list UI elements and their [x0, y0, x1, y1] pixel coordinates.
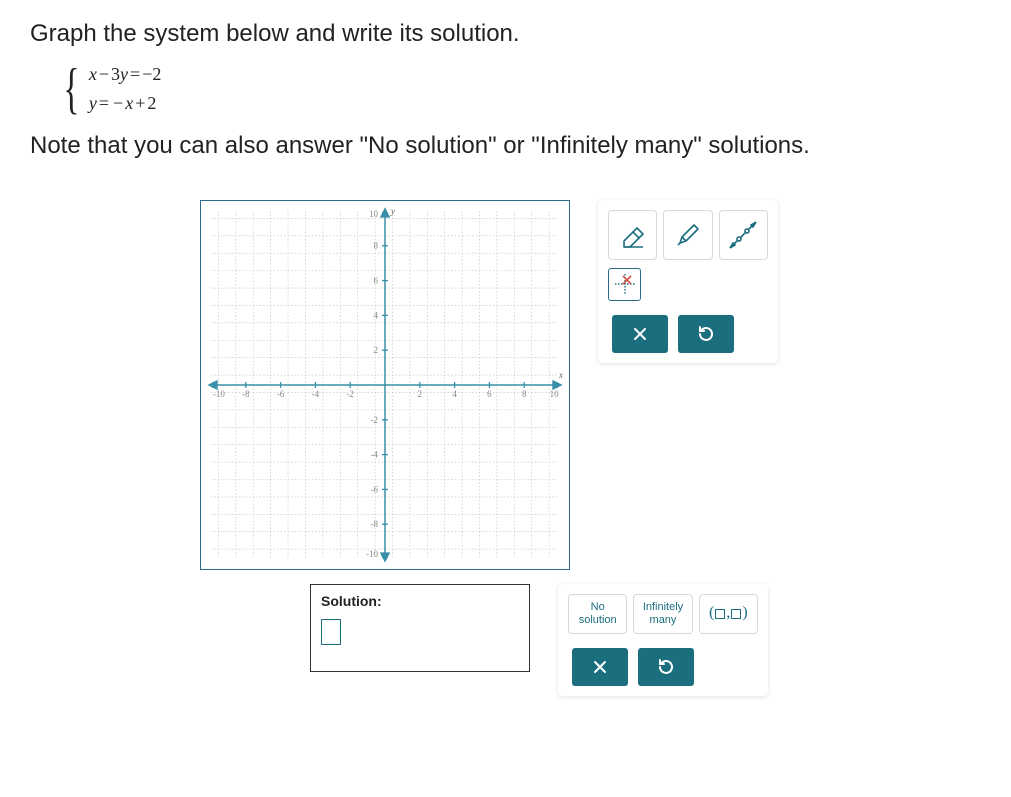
solution-input[interactable]: [321, 619, 341, 645]
reset-icon: [697, 325, 715, 343]
pencil-tool[interactable]: [663, 210, 712, 260]
solution-box: Solution:: [310, 584, 530, 672]
no-solution-option[interactable]: Nosolution: [568, 594, 627, 634]
y-tick-n6: -6: [371, 484, 379, 494]
answer-options-row: Nosolution Infinitelymany (,): [568, 594, 758, 634]
tool-row-top: [608, 210, 768, 260]
system-of-equations: { x−3y=−2 y=−x+2: [58, 60, 981, 118]
line-icon: [728, 220, 758, 250]
x-tick-10: 10: [550, 389, 559, 399]
remove-point-icon: [613, 272, 637, 296]
answer-clear-button[interactable]: [572, 648, 628, 686]
line-tool[interactable]: [719, 210, 768, 260]
question-note: Note that you can also answer "No soluti…: [30, 132, 981, 160]
x-tick-6: 6: [487, 389, 492, 399]
tool-action-row: [608, 315, 768, 353]
remove-point-tool[interactable]: [608, 268, 641, 301]
y-tick-8: 8: [374, 240, 379, 250]
y-tick-n10: -10: [366, 549, 378, 559]
question-prompt: Graph the system below and write its sol…: [30, 20, 981, 48]
x-tick-n4: -4: [312, 389, 320, 399]
y-tick-2: 2: [374, 345, 378, 355]
drawing-tool-panel: [598, 200, 778, 363]
reset-button[interactable]: [678, 315, 734, 353]
solution-label: Solution:: [321, 593, 519, 609]
x-tick-n8: -8: [242, 389, 250, 399]
y-tick-n2: -2: [371, 414, 378, 424]
left-brace: {: [63, 64, 79, 114]
answer-options-panel: Nosolution Infinitelymany (,): [558, 584, 768, 696]
y-tick-6: 6: [374, 275, 379, 285]
graph-canvas[interactable]: 2 4 6 8 10 -2 -4 -6 -8 -10 2 4 6 8 10 -2…: [200, 200, 570, 570]
x-tick-n6: -6: [277, 389, 285, 399]
y-tick-n8: -8: [371, 519, 379, 529]
answer-action-row: [568, 648, 758, 686]
y-axis-label: y: [390, 206, 395, 216]
infinitely-many-option[interactable]: Infinitelymany: [633, 594, 692, 634]
placeholder-box-icon: [731, 609, 741, 619]
eraser-tool[interactable]: [608, 210, 657, 260]
placeholder-box-icon: [715, 609, 725, 619]
y-tick-n4: -4: [371, 449, 379, 459]
ordered-pair-option[interactable]: (,): [699, 594, 758, 634]
x-tick-2: 2: [418, 389, 422, 399]
x-tick-n10: -10: [213, 389, 225, 399]
eraser-icon: [619, 221, 647, 249]
y-tick-4: 4: [374, 310, 379, 320]
clear-icon: [592, 659, 608, 675]
x-tick-4: 4: [452, 389, 457, 399]
x-axis-label: x: [558, 370, 563, 380]
pencil-icon: [674, 221, 702, 249]
x-tick-8: 8: [522, 389, 527, 399]
y-tick-10: 10: [369, 209, 378, 219]
equation-1: x−3y=−2: [89, 60, 161, 89]
equation-2: y=−x+2: [89, 89, 161, 118]
answer-reset-button[interactable]: [638, 648, 694, 686]
reset-icon: [657, 658, 675, 676]
x-tick-n2: -2: [346, 389, 353, 399]
clear-button[interactable]: [612, 315, 668, 353]
clear-icon: [632, 326, 648, 342]
